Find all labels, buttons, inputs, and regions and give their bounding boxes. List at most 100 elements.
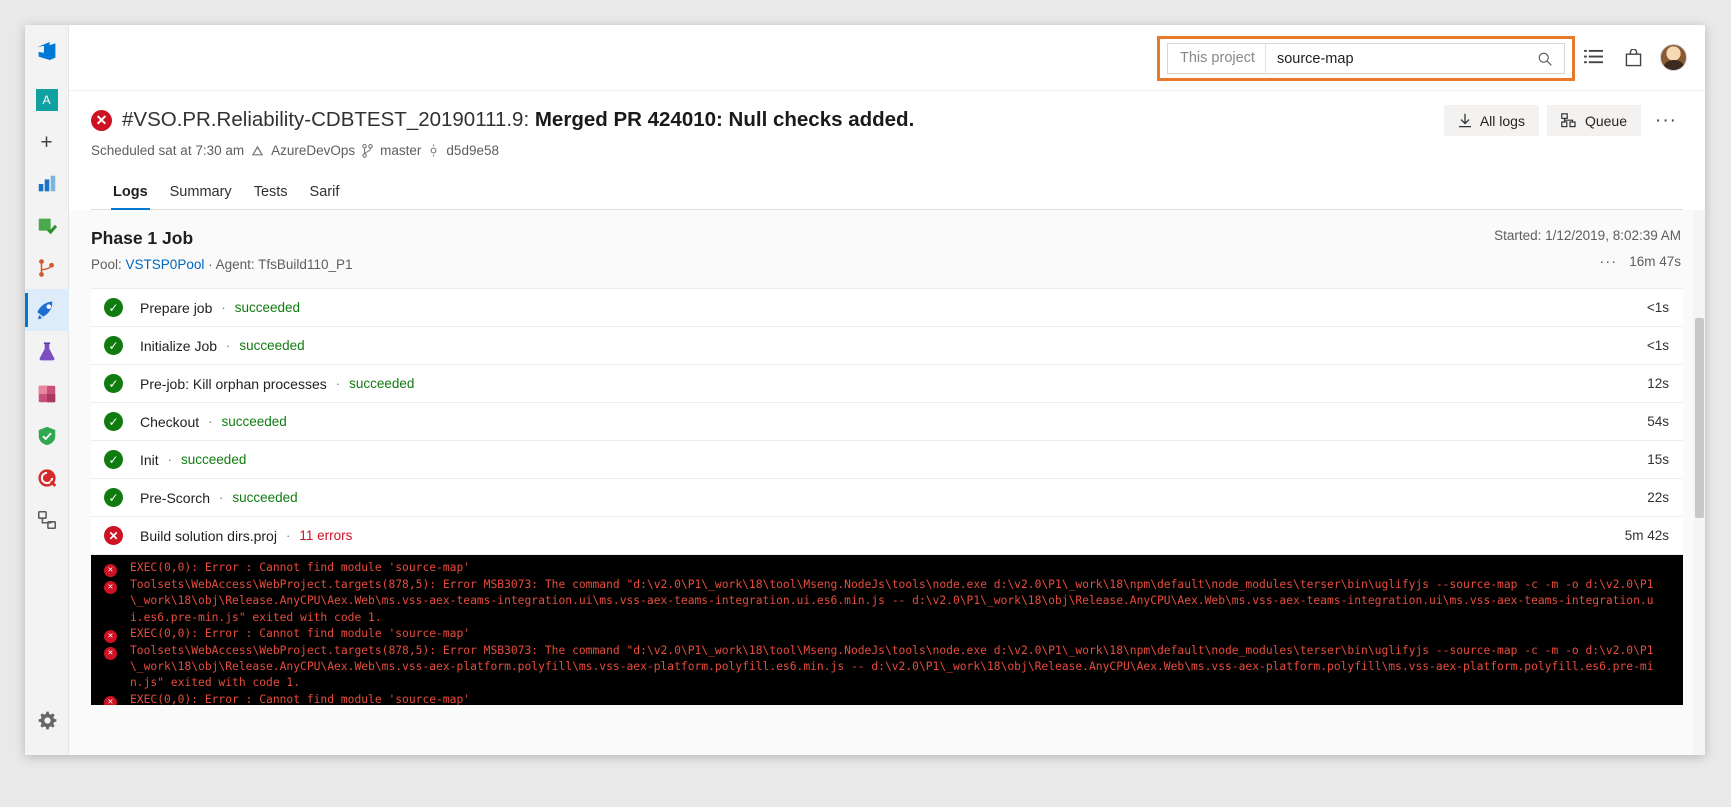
logs-content: Phase 1 Job Pool: VSTSP0Pool · Agent: Tf…: [69, 210, 1705, 755]
build-number: #VSO.PR.Reliability-CDBTEST_20190111.9:: [122, 108, 529, 131]
queue-label: Queue: [1585, 113, 1627, 129]
job-more-button[interactable]: ···: [1599, 253, 1617, 270]
job-duration-row: ··· 16m 47s: [1494, 253, 1681, 270]
table-row[interactable]: ✓ Checkout · succeeded 54s: [91, 403, 1683, 441]
gear-icon: [37, 710, 58, 731]
sidebar-item-pipelines[interactable]: [25, 289, 69, 331]
all-logs-button[interactable]: All logs: [1444, 105, 1539, 136]
step-status: succeeded: [239, 338, 304, 353]
browser-window: A +: [25, 25, 1705, 755]
job-started: Started: 1/12/2019, 8:02:39 AM: [1494, 228, 1681, 243]
more-actions-button[interactable]: ···: [1649, 111, 1683, 130]
step-name: Init: [140, 452, 159, 468]
agent-label: Agent:: [216, 257, 255, 272]
step-name: Pre-job: Kill orphan processes: [140, 376, 327, 392]
success-icon: ✓: [104, 374, 123, 393]
tab-summary[interactable]: Summary: [170, 184, 232, 209]
log-text: EXEC(0,0): Error : Cannot find module 's…: [130, 692, 1667, 705]
step-separator: ·: [208, 414, 212, 429]
tab-bar: Logs Summary Tests Sarif: [91, 172, 1683, 210]
build-commit[interactable]: d5d9e58: [446, 143, 499, 158]
tab-sarif[interactable]: Sarif: [310, 184, 340, 209]
pipelines-icon: [35, 299, 58, 322]
list-item: ✕ EXEC(0,0): Error : Cannot find module …: [91, 560, 1683, 577]
table-row[interactable]: ✓ Init · succeeded 15s: [91, 441, 1683, 479]
search-icon[interactable]: [1531, 51, 1564, 67]
step-duration: 5m 42s: [1625, 528, 1669, 543]
list-item: ✕ EXEC(0,0): Error : Cannot find module …: [91, 626, 1683, 643]
step-duration: 12s: [1647, 376, 1669, 391]
pool-agent-separator: ·: [208, 257, 213, 272]
sidebar-item-analytics[interactable]: [25, 457, 69, 499]
job-pool-line: Pool: VSTSP0Pool · Agent: TfsBuild110_P1: [91, 257, 1683, 272]
avatar[interactable]: [1660, 44, 1687, 71]
step-status: succeeded: [232, 490, 297, 505]
sidebar-item-create-new[interactable]: +: [25, 121, 69, 163]
content-scrollbar[interactable]: [1693, 210, 1705, 755]
job-header: Phase 1 Job Pool: VSTSP0Pool · Agent: Tf…: [69, 210, 1705, 272]
step-name: Build solution dirs.proj: [140, 528, 277, 544]
sidebar-item-overview[interactable]: [25, 163, 69, 205]
log-text: EXEC(0,0): Error : Cannot find module 's…: [130, 560, 1667, 577]
list-item: ✕ Toolsets\WebAccess\WebProject.targets(…: [91, 643, 1683, 692]
table-row[interactable]: ✓ Pre-job: Kill orphan processes · succe…: [91, 365, 1683, 403]
extensions-icon: [36, 509, 58, 531]
sidebar-item-extensions[interactable]: [25, 499, 69, 541]
job-timing: Started: 1/12/2019, 8:02:39 AM ··· 16m 4…: [1494, 228, 1681, 270]
list-item: ✕ Toolsets\WebAccess\WebProject.targets(…: [91, 577, 1683, 626]
tab-logs[interactable]: Logs: [113, 184, 148, 209]
table-row[interactable]: ✕ Build solution dirs.proj · 11 errors 5…: [91, 517, 1683, 555]
build-schedule: Scheduled sat at 7:30 am: [91, 143, 244, 158]
overview-icon: [36, 173, 58, 195]
sidebar-item-project-avatar[interactable]: A: [25, 79, 69, 121]
table-row[interactable]: ✓ Pre-Scorch · succeeded 22s: [91, 479, 1683, 517]
branch-icon: [362, 144, 373, 158]
boards-icon: [36, 215, 58, 237]
build-meta: Scheduled sat at 7:30 am AzureDevOps: [91, 143, 1683, 158]
pool-link[interactable]: VSTSP0Pool: [126, 257, 205, 272]
artifacts-icon: [36, 383, 58, 405]
success-icon: ✓: [104, 450, 123, 469]
sidebar-item-project-settings[interactable]: [25, 699, 69, 741]
scrollbar-thumb[interactable]: [1695, 318, 1704, 518]
top-bar: This project: [69, 25, 1705, 91]
all-logs-label: All logs: [1480, 113, 1525, 129]
step-duration: <1s: [1647, 338, 1669, 353]
build-branch[interactable]: master: [380, 143, 421, 158]
search-container[interactable]: This project: [1167, 43, 1565, 74]
page-title: #VSO.PR.Reliability-CDBTEST_20190111.9: …: [122, 107, 914, 133]
step-separator: ·: [336, 376, 340, 391]
azure-devops-logo[interactable]: [25, 29, 69, 73]
shield-icon: [36, 425, 58, 447]
queue-button[interactable]: Queue: [1547, 105, 1641, 136]
table-row[interactable]: ✓ Initialize Job · succeeded <1s: [91, 327, 1683, 365]
success-icon: ✓: [104, 412, 123, 431]
test-plans-flask-icon: [36, 341, 58, 363]
azure-devops-icon: [251, 144, 264, 157]
step-separator: ·: [286, 528, 290, 543]
sidebar-item-repos[interactable]: [25, 247, 69, 289]
success-icon: ✓: [104, 336, 123, 355]
error-icon: ✕: [104, 560, 130, 577]
sidebar-item-security[interactable]: [25, 415, 69, 457]
sidebar-item-artifacts[interactable]: [25, 373, 69, 415]
plus-icon: +: [40, 132, 52, 153]
marketplace-bag-icon[interactable]: [1616, 41, 1650, 75]
sidebar-item-boards[interactable]: [25, 205, 69, 247]
error-icon: ✕: [91, 110, 112, 131]
analytics-icon: [36, 467, 58, 489]
step-status: succeeded: [349, 376, 414, 391]
success-icon: ✓: [104, 488, 123, 507]
sidebar-item-test-plans[interactable]: [25, 331, 69, 373]
list-icon[interactable]: [1576, 41, 1610, 75]
table-row[interactable]: ✓ Prepare job · succeeded <1s: [91, 289, 1683, 327]
queue-icon: [1561, 113, 1577, 128]
build-actions: All logs Queue ···: [1444, 105, 1683, 136]
step-separator: ·: [168, 452, 172, 467]
console-output[interactable]: ✕ EXEC(0,0): Error : Cannot find module …: [91, 555, 1683, 705]
search-scope-label[interactable]: This project: [1168, 44, 1266, 73]
tab-tests[interactable]: Tests: [254, 184, 288, 209]
search-input[interactable]: [1266, 51, 1531, 67]
build-source[interactable]: AzureDevOps: [271, 143, 355, 158]
log-text: Toolsets\WebAccess\WebProject.targets(87…: [130, 577, 1667, 626]
